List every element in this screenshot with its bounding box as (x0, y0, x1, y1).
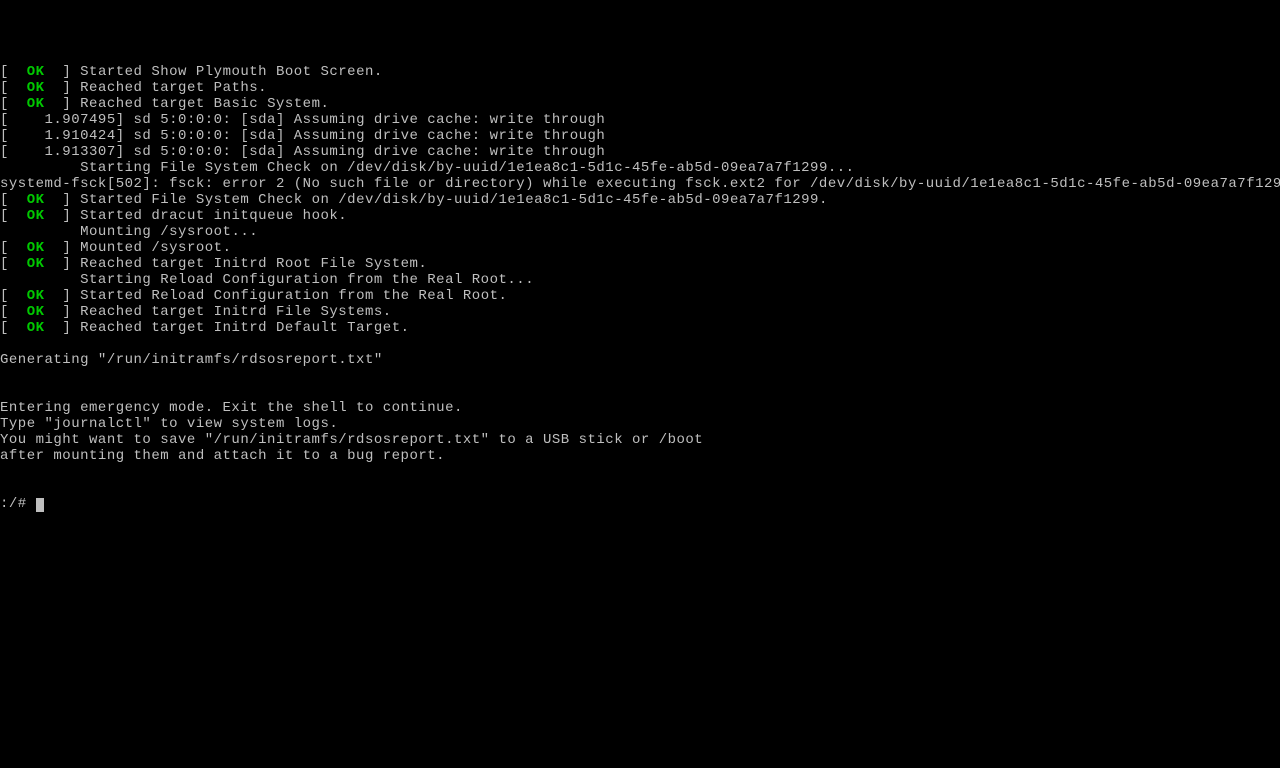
log-message: Reached target Initrd File Systems. (80, 304, 392, 320)
console-line (0, 480, 1280, 496)
status-ok: OK (27, 208, 45, 224)
log-message: Started File System Check on /dev/disk/b… (80, 192, 828, 208)
console-line (0, 368, 1280, 384)
bracket-open: [ (0, 64, 27, 80)
timestamp: [ 1.913307] (0, 144, 134, 160)
status-ok: OK (27, 64, 45, 80)
log-message: Entering emergency mode. Exit the shell … (0, 400, 463, 416)
console-line: systemd-fsck[502]: fsck: error 2 (No suc… (0, 176, 1280, 192)
console-line (0, 336, 1280, 352)
log-message: Reached target Initrd Default Target. (80, 320, 409, 336)
log-message: systemd-fsck[502]: fsck: error 2 (No suc… (0, 176, 1280, 192)
log-message: Started dracut initqueue hook. (80, 208, 347, 224)
bracket-close: ] (45, 208, 81, 224)
bracket-close: ] (45, 288, 81, 304)
bracket-close: ] (45, 192, 81, 208)
console-line: Entering emergency mode. Exit the shell … (0, 400, 1280, 416)
status-ok: OK (27, 192, 45, 208)
console-line: [ OK ] Reached target Initrd Default Tar… (0, 320, 1280, 336)
console-line: Type "journalctl" to view system logs. (0, 416, 1280, 432)
console-line: You might want to save "/run/initramfs/r… (0, 432, 1280, 448)
bracket-close: ] (45, 240, 81, 256)
status-ok: OK (27, 240, 45, 256)
bracket-open: [ (0, 80, 27, 96)
bracket-close: ] (45, 64, 81, 80)
bracket-open: [ (0, 320, 27, 336)
log-message: Starting Reload Configuration from the R… (80, 272, 534, 288)
log-message: Reached target Basic System. (80, 96, 329, 112)
timestamp: [ 1.910424] (0, 128, 134, 144)
log-message: Started Show Plymouth Boot Screen. (80, 64, 383, 80)
console-line: [ 1.913307] sd 5:0:0:0: [sda] Assuming d… (0, 144, 1280, 160)
bracket-open: [ (0, 96, 27, 112)
log-message: Reached target Paths. (80, 80, 267, 96)
status-ok: OK (27, 96, 45, 112)
console-line (0, 384, 1280, 400)
console-line: [ OK ] Reached target Basic System. (0, 96, 1280, 112)
log-message: Type "journalctl" to view system logs. (0, 416, 338, 432)
console-line: Starting Reload Configuration from the R… (0, 272, 1280, 288)
bracket-open: [ (0, 192, 27, 208)
log-message: sd 5:0:0:0: [sda] Assuming drive cache: … (134, 112, 606, 128)
log-message: Mounted /sysroot. (80, 240, 231, 256)
status-ok: OK (27, 320, 45, 336)
console-line (0, 464, 1280, 480)
console-line: after mounting them and attach it to a b… (0, 448, 1280, 464)
console-line: [ OK ] Reached target Paths. (0, 80, 1280, 96)
console-line: [ OK ] Started Reload Configuration from… (0, 288, 1280, 304)
bracket-close: ] (45, 320, 81, 336)
bracket-close: ] (45, 256, 81, 272)
status-ok: OK (27, 256, 45, 272)
log-message: Starting File System Check on /dev/disk/… (80, 160, 854, 176)
bracket-close: ] (45, 304, 81, 320)
log-message: Generating "/run/initramfs/rdsosreport.t… (0, 352, 383, 368)
console-line: Generating "/run/initramfs/rdsosreport.t… (0, 352, 1280, 368)
console-line: [ OK ] Reached target Initrd File System… (0, 304, 1280, 320)
shell-prompt-line[interactable]: :/# (0, 496, 1280, 512)
console-line: Starting File System Check on /dev/disk/… (0, 160, 1280, 176)
bracket-close: ] (45, 80, 81, 96)
bracket-open: [ (0, 304, 27, 320)
log-message: You might want to save "/run/initramfs/r… (0, 432, 703, 448)
log-message: sd 5:0:0:0: [sda] Assuming drive cache: … (134, 144, 606, 160)
bracket-open: [ (0, 256, 27, 272)
status-ok: OK (27, 304, 45, 320)
bracket-close: ] (45, 96, 81, 112)
timestamp: [ 1.907495] (0, 112, 134, 128)
log-message: sd 5:0:0:0: [sda] Assuming drive cache: … (134, 128, 606, 144)
log-message: Mounting /sysroot... (80, 224, 258, 240)
console-line: [ OK ] Started File System Check on /dev… (0, 192, 1280, 208)
console-line: [ OK ] Started Show Plymouth Boot Screen… (0, 64, 1280, 80)
status-ok: OK (27, 288, 45, 304)
bracket-open: [ (0, 240, 27, 256)
console-line: [ 1.910424] sd 5:0:0:0: [sda] Assuming d… (0, 128, 1280, 144)
console-line: [ 1.907495] sd 5:0:0:0: [sda] Assuming d… (0, 112, 1280, 128)
shell-prompt: :/# (0, 496, 36, 512)
cursor-icon (36, 498, 44, 512)
console-line: [ OK ] Reached target Initrd Root File S… (0, 256, 1280, 272)
console-line: [ OK ] Started dracut initqueue hook. (0, 208, 1280, 224)
log-message: after mounting them and attach it to a b… (0, 448, 445, 464)
console-line: [ OK ] Mounted /sysroot. (0, 240, 1280, 256)
boot-console[interactable]: [ OK ] Started Show Plymouth Boot Screen… (0, 64, 1280, 512)
log-message: Started Reload Configuration from the Re… (80, 288, 507, 304)
bracket-open: [ (0, 288, 27, 304)
log-message: Reached target Initrd Root File System. (80, 256, 427, 272)
bracket-open: [ (0, 208, 27, 224)
status-ok: OK (27, 80, 45, 96)
console-line: Mounting /sysroot... (0, 224, 1280, 240)
